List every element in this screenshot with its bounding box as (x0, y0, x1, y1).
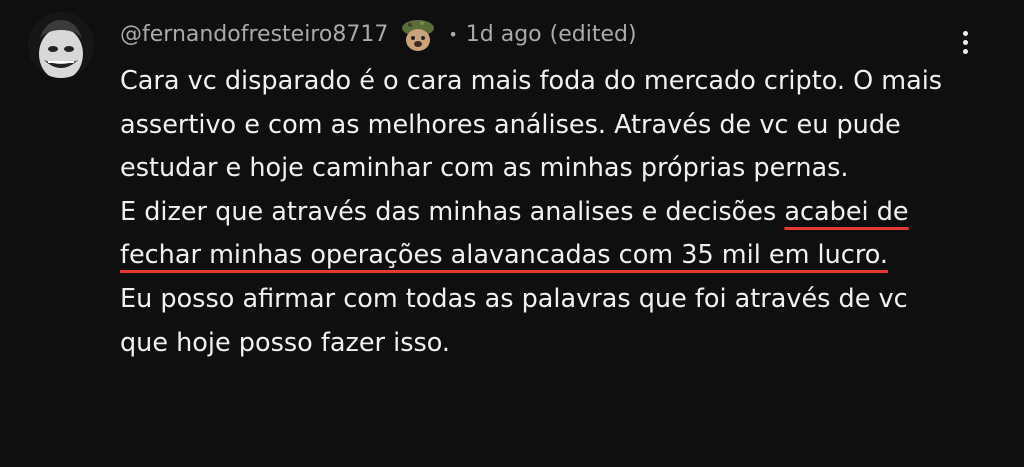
comment-body: Cara vc disparado é o cara mais foda do … (120, 60, 960, 365)
comment-paragraph-2: E dizer que através das minhas analises … (120, 191, 960, 278)
author-name[interactable]: @fernandofresteiro8717 (120, 22, 388, 47)
edited-label: (edited) (549, 21, 637, 47)
comment-paragraph-1: Cara vc disparado é o cara mais foda do … (120, 66, 943, 184)
comment-paragraph-3: Eu posso afirmar com todas as palavras q… (120, 283, 908, 358)
more-dot-icon (962, 39, 968, 45)
timestamp[interactable]: 1d ago (466, 22, 542, 47)
member-badge-icon (402, 20, 435, 51)
more-options-button[interactable] (950, 22, 980, 62)
separator-dot: • (448, 24, 458, 44)
comment-header: @fernandofresteiro8717 • 1d ago (edited) (120, 14, 637, 54)
comment-paragraph-2-text: E dizer que através das minhas analises … (120, 196, 785, 227)
more-dot-icon (962, 30, 968, 36)
joker-avatar-icon (28, 12, 94, 78)
more-dot-icon (962, 48, 968, 54)
avatar[interactable] (28, 12, 94, 78)
